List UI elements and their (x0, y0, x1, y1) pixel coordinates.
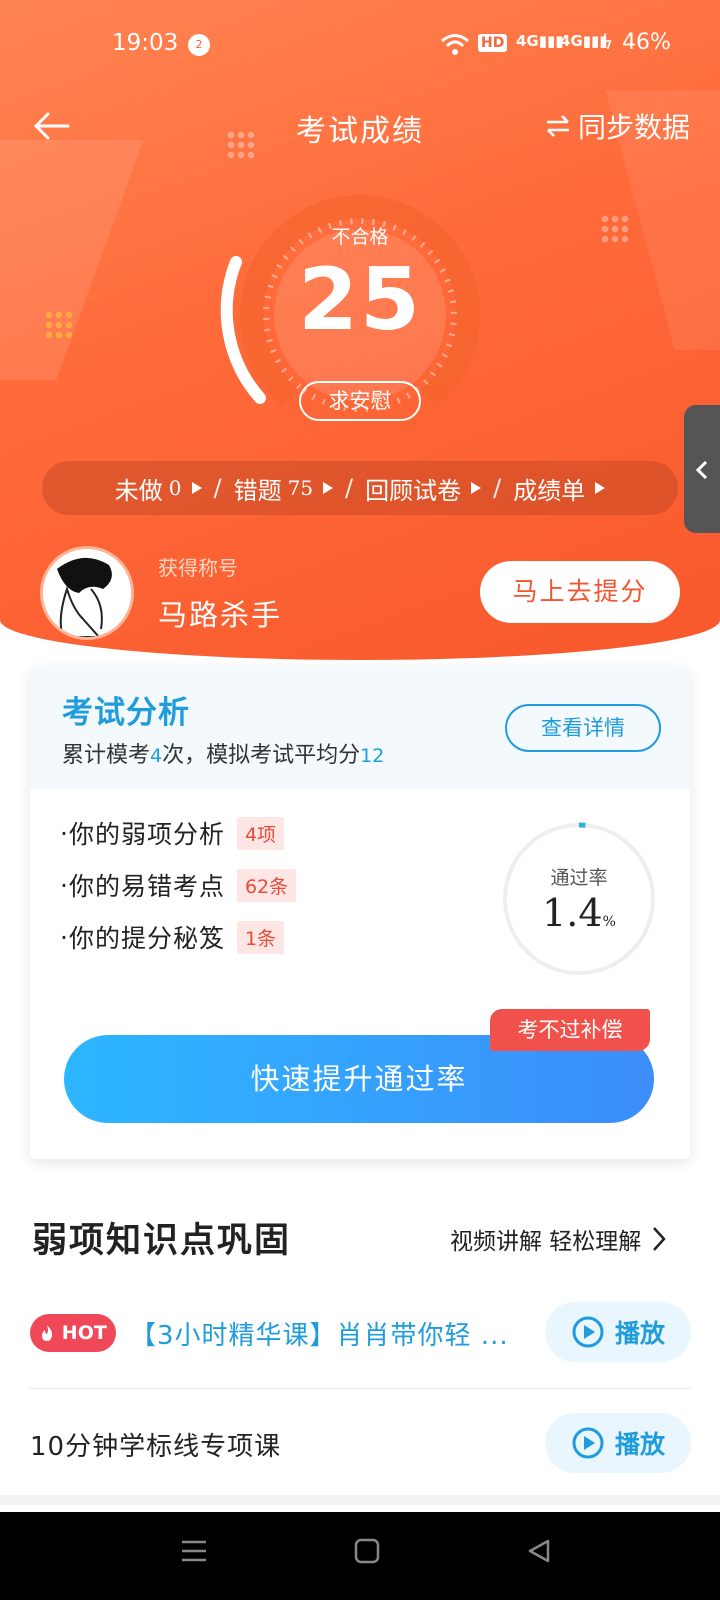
play-button[interactable]: 播放 (545, 1302, 691, 1362)
wifi-icon (441, 34, 469, 55)
count-tag: 62条 (236, 868, 297, 902)
menu-icon[interactable] (180, 1538, 208, 1564)
course-item[interactable]: HOT 【3小时精华课】肖肖带你轻 ... 播放 (30, 1283, 691, 1383)
system-nav-bar (0, 1512, 720, 1600)
undone-link[interactable]: 未做 0 (115, 471, 202, 506)
content-bottom-edge (0, 1495, 720, 1505)
divider (30, 1388, 690, 1389)
pass-rate-number: 1.4 (542, 891, 603, 935)
report-link[interactable]: 成绩单 (513, 471, 606, 506)
count-tag: 4项 (236, 816, 285, 850)
sync-data-button[interactable]: 同步数据 (544, 106, 690, 146)
score-value: 25 (298, 250, 422, 350)
boost-score-button[interactable]: 马上去提分 (480, 561, 680, 623)
back-icon[interactable] (526, 1538, 552, 1564)
wrong-link[interactable]: 错题 75 (233, 471, 334, 506)
triangle-right-icon (191, 482, 202, 494)
triangle-right-icon (595, 482, 606, 494)
section-title: 弱项知识点巩固 (32, 1221, 292, 1261)
sync-label: 同步数据 (577, 111, 690, 144)
report-label: 成绩单 (513, 476, 586, 505)
list-item-label: 你的易错考点 (68, 872, 225, 901)
exam-analysis-card: 考试分析 累计模考4次，模拟考试平均分12 查看详情 · 你的弱项分析 4项 ·… (30, 667, 690, 1159)
wrong-count: 75 (287, 476, 314, 500)
score-status: 不合格 (331, 226, 389, 248)
divider: / (493, 474, 502, 502)
mock-count: 4 (150, 745, 163, 767)
bullet: · (60, 870, 69, 900)
average-score: 12 (360, 745, 385, 767)
list-item[interactable]: · 你的易错考点 62条 (60, 859, 297, 911)
fire-icon (42, 1325, 53, 1341)
count-tag: 1条 (236, 920, 285, 954)
play-icon (572, 1427, 604, 1459)
hot-badge: HOT (30, 1314, 116, 1352)
review-label: 回顾试卷 (365, 476, 462, 505)
pass-rate-label: 通过率 (550, 867, 608, 889)
nav-bar: 考试成绩 同步数据 (0, 100, 720, 150)
earned-title: 马路杀手 (158, 598, 283, 632)
analysis-title: 考试分析 (62, 695, 190, 731)
hd-icon: HD (478, 34, 508, 52)
exam-result-page: 19:03 2 HD 4G▮▮▮ 4G▮▮▮ ϟ 46% 考试成绩 同步数据 不… (0, 0, 720, 1600)
avatar[interactable] (40, 546, 134, 640)
divider: / (345, 474, 354, 502)
list-item-label: 你的弱项分析 (68, 820, 225, 849)
play-button[interactable]: 播放 (545, 1413, 691, 1473)
undone-label: 未做 (114, 476, 163, 505)
stats-bar: 未做 0 / 错题 75 / 回顾试卷 / 成绩单 (42, 461, 678, 515)
triangle-right-icon (471, 482, 482, 494)
home-icon[interactable] (354, 1538, 380, 1564)
course-item[interactable]: 10分钟学标线专项课 播放 (30, 1394, 691, 1494)
course-title: 10分钟学标线专项课 (30, 1432, 282, 1462)
analysis-header: 考试分析 累计模考4次，模拟考试平均分12 查看详情 (30, 667, 690, 789)
list-item[interactable]: · 你的提分秘笈 1条 (60, 911, 296, 963)
bullet: · (60, 818, 69, 848)
play-icon (572, 1316, 604, 1348)
hot-label: HOT (61, 1322, 107, 1344)
wrong-label: 错题 (233, 476, 282, 505)
notification-badge: 2 (188, 34, 210, 56)
charging-icon: ϟ (600, 30, 614, 54)
status-time: 19:03 (112, 30, 179, 56)
undone-count: 0 (168, 476, 182, 500)
list-item[interactable]: · 你的弱项分析 4项 (60, 807, 296, 859)
avatar-image (43, 549, 131, 637)
video-explanation-link[interactable]: 视频讲解 轻松理解 (450, 1222, 667, 1256)
analysis-summary: 累计模考4次，模拟考试平均分12 (62, 737, 384, 769)
triangle-right-icon (323, 482, 334, 494)
list-item-label: 你的提分秘笈 (68, 924, 225, 953)
view-details-button[interactable]: 查看详情 (505, 704, 661, 752)
signal-icon: 4G▮▮▮ (516, 32, 564, 50)
pass-rate-value: 1.4% (500, 891, 658, 935)
bullet: · (60, 922, 69, 952)
play-label: 播放 (614, 1319, 665, 1348)
summary-mid: 次，模拟考试平均分 (162, 743, 361, 768)
sync-icon (546, 115, 569, 137)
analysis-list: · 你的弱项分析 4项 · 你的易错考点 62条 · 你的提分秘笈 1条 (60, 807, 297, 963)
summary-prefix: 累计模考 (62, 743, 151, 768)
comfort-button[interactable]: 求安慰 (299, 381, 421, 421)
side-expand-tab[interactable] (684, 405, 720, 533)
chevron-left-icon (695, 460, 708, 479)
review-link[interactable]: 回顾试卷 (365, 471, 482, 506)
play-label: 播放 (614, 1430, 665, 1459)
battery-level: 46% (622, 30, 671, 55)
chevron-right-icon (653, 1227, 667, 1251)
course-title: 【3小时精华课】肖肖带你轻 ... (130, 1321, 509, 1351)
link-label: 视频讲解 轻松理解 (450, 1229, 642, 1255)
status-bar: 19:03 2 HD 4G▮▮▮ 4G▮▮▮ ϟ 46% (0, 26, 720, 66)
title-caption: 获得称号 (158, 556, 238, 580)
divider: / (213, 474, 222, 502)
compensation-badge: 考不过补偿 (490, 1009, 650, 1051)
pass-rate-unit: % (602, 914, 616, 930)
